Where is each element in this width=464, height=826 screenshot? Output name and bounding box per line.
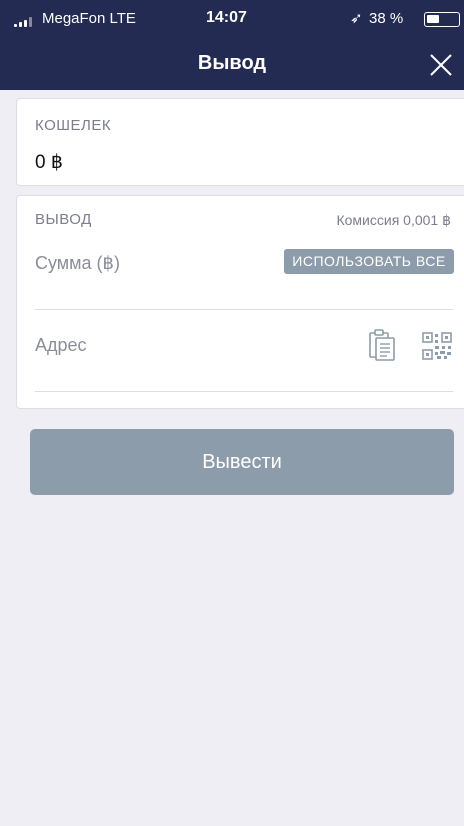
use-all-button[interactable]: ИСПОЛЬЗОВАТЬ ВСЕ [284,249,454,274]
top-bar: MegaFon LTE 14:07 ➶ 38 % Вывод [0,0,464,90]
withdraw-label: ВЫВОД [35,211,92,228]
withdraw-card: ВЫВОД Комиссия 0,001 ฿ Сумма (฿) ИСПОЛЬЗ… [16,195,464,409]
wallet-label: КОШЕЛЕК [35,117,112,134]
battery-icon [424,12,460,27]
carrier-label: MegaFon LTE [42,10,136,27]
withdraw-button[interactable]: Вывести [30,429,454,495]
address-divider [35,391,453,392]
fee-label: Комиссия 0,001 ฿ [336,212,451,228]
amount-field[interactable]: Сумма (฿) [35,253,120,274]
clipboard-icon[interactable] [368,329,396,361]
close-icon[interactable] [428,52,454,78]
navigation-bar: Вывод [0,40,464,90]
location-arrow-icon: ➶ [350,10,363,27]
wallet-card: КОШЕЛЕК 0 ฿ [16,98,464,186]
battery-level [427,15,439,23]
qr-code-icon[interactable] [422,332,452,360]
wallet-balance: 0 ฿ [35,152,63,173]
status-bar: MegaFon LTE 14:07 ➶ 38 % [0,0,464,40]
address-field[interactable]: Адрес [35,335,87,356]
amount-divider [35,309,453,310]
page-title: Вывод [197,52,267,74]
signal-icon [14,17,36,27]
status-time: 14:07 [206,9,247,26]
battery-percent: 38 % [369,10,404,27]
